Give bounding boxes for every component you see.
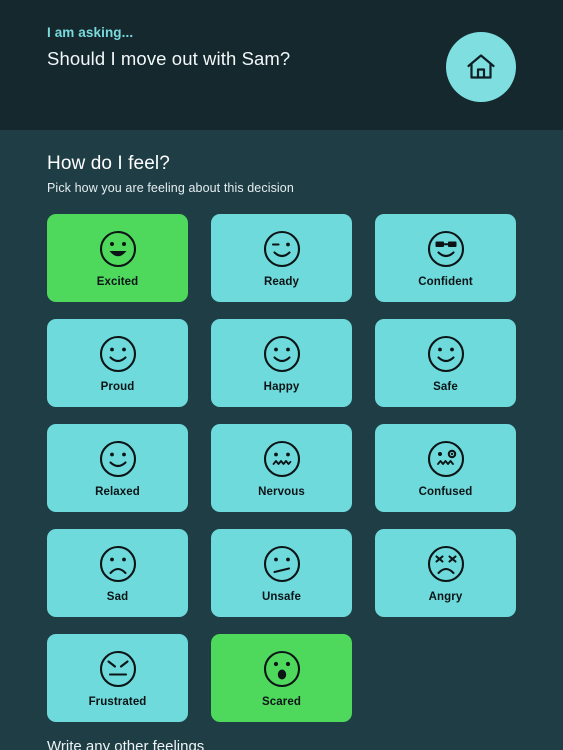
feeling-tile-label: Confident [418,276,473,288]
confused-face-icon [424,437,468,481]
angry-face-icon [424,542,468,586]
feeling-tile-label: Unsafe [262,591,301,603]
feeling-tile-excited[interactable]: Excited [47,214,188,302]
smiling-face-icon [260,332,304,376]
feeling-tile-label: Proud [100,381,135,393]
frustrated-face-icon [96,647,140,691]
scared-face-icon [260,647,304,691]
wavy-mouth-face-icon [260,437,304,481]
frowning-face-icon [96,542,140,586]
home-button[interactable] [446,32,516,102]
winking-face-icon [260,227,304,271]
feeling-tile-happy[interactable]: Happy [211,319,352,407]
feeling-tile-label: Frustrated [88,696,147,708]
feelings-grid: Excited Ready Confident Proud Happy Safe… [47,214,516,722]
feeling-tile-label: Excited [96,276,139,288]
feeling-tile-unsafe[interactable]: Unsafe [211,529,352,617]
feeling-tile-label: Safe [433,381,458,393]
sunglasses-face-icon [424,227,468,271]
feeling-tile-safe[interactable]: Safe [375,319,516,407]
feeling-tile-angry[interactable]: Angry [375,529,516,617]
feeling-tile-label: Happy [263,381,300,393]
feeling-tile-proud[interactable]: Proud [47,319,188,407]
page-subtitle: Pick how you are feeling about this deci… [47,181,294,195]
feeling-tile-label: Sad [106,591,129,603]
feeling-tile-label: Confused [418,486,473,498]
smiling-face-icon [96,332,140,376]
feeling-tile-nervous[interactable]: Nervous [211,424,352,512]
write-other-feelings-label: Write any other feelings [47,738,205,750]
smiling-face-icon [424,332,468,376]
feeling-tile-confused[interactable]: Confused [375,424,516,512]
smiling-face-icon [96,437,140,481]
app-root: I am asking... Should I move out with Sa… [0,0,563,750]
feeling-tile-label: Ready [263,276,300,288]
feeling-tile-relaxed[interactable]: Relaxed [47,424,188,512]
page-title: How do I feel? [47,153,170,174]
flat-slant-mouth-face-icon [260,542,304,586]
feeling-tile-label: Angry [428,591,463,603]
feeling-tile-ready[interactable]: Ready [211,214,352,302]
question-header: I am asking... Should I move out with Sa… [0,0,563,130]
feeling-tile-frustrated[interactable]: Frustrated [47,634,188,722]
feeling-tile-label: Scared [262,696,301,708]
feeling-tile-scared[interactable]: Scared [211,634,352,722]
feeling-tile-label: Nervous [258,486,305,498]
feelings-panel: How do I feel? Pick how you are feeling … [0,130,563,750]
feeling-tile-sad[interactable]: Sad [47,529,188,617]
home-icon [463,49,499,85]
feeling-tile-confident[interactable]: Confident [375,214,516,302]
feeling-tile-label: Relaxed [95,486,140,498]
grin-open-mouth-face-icon [96,227,140,271]
